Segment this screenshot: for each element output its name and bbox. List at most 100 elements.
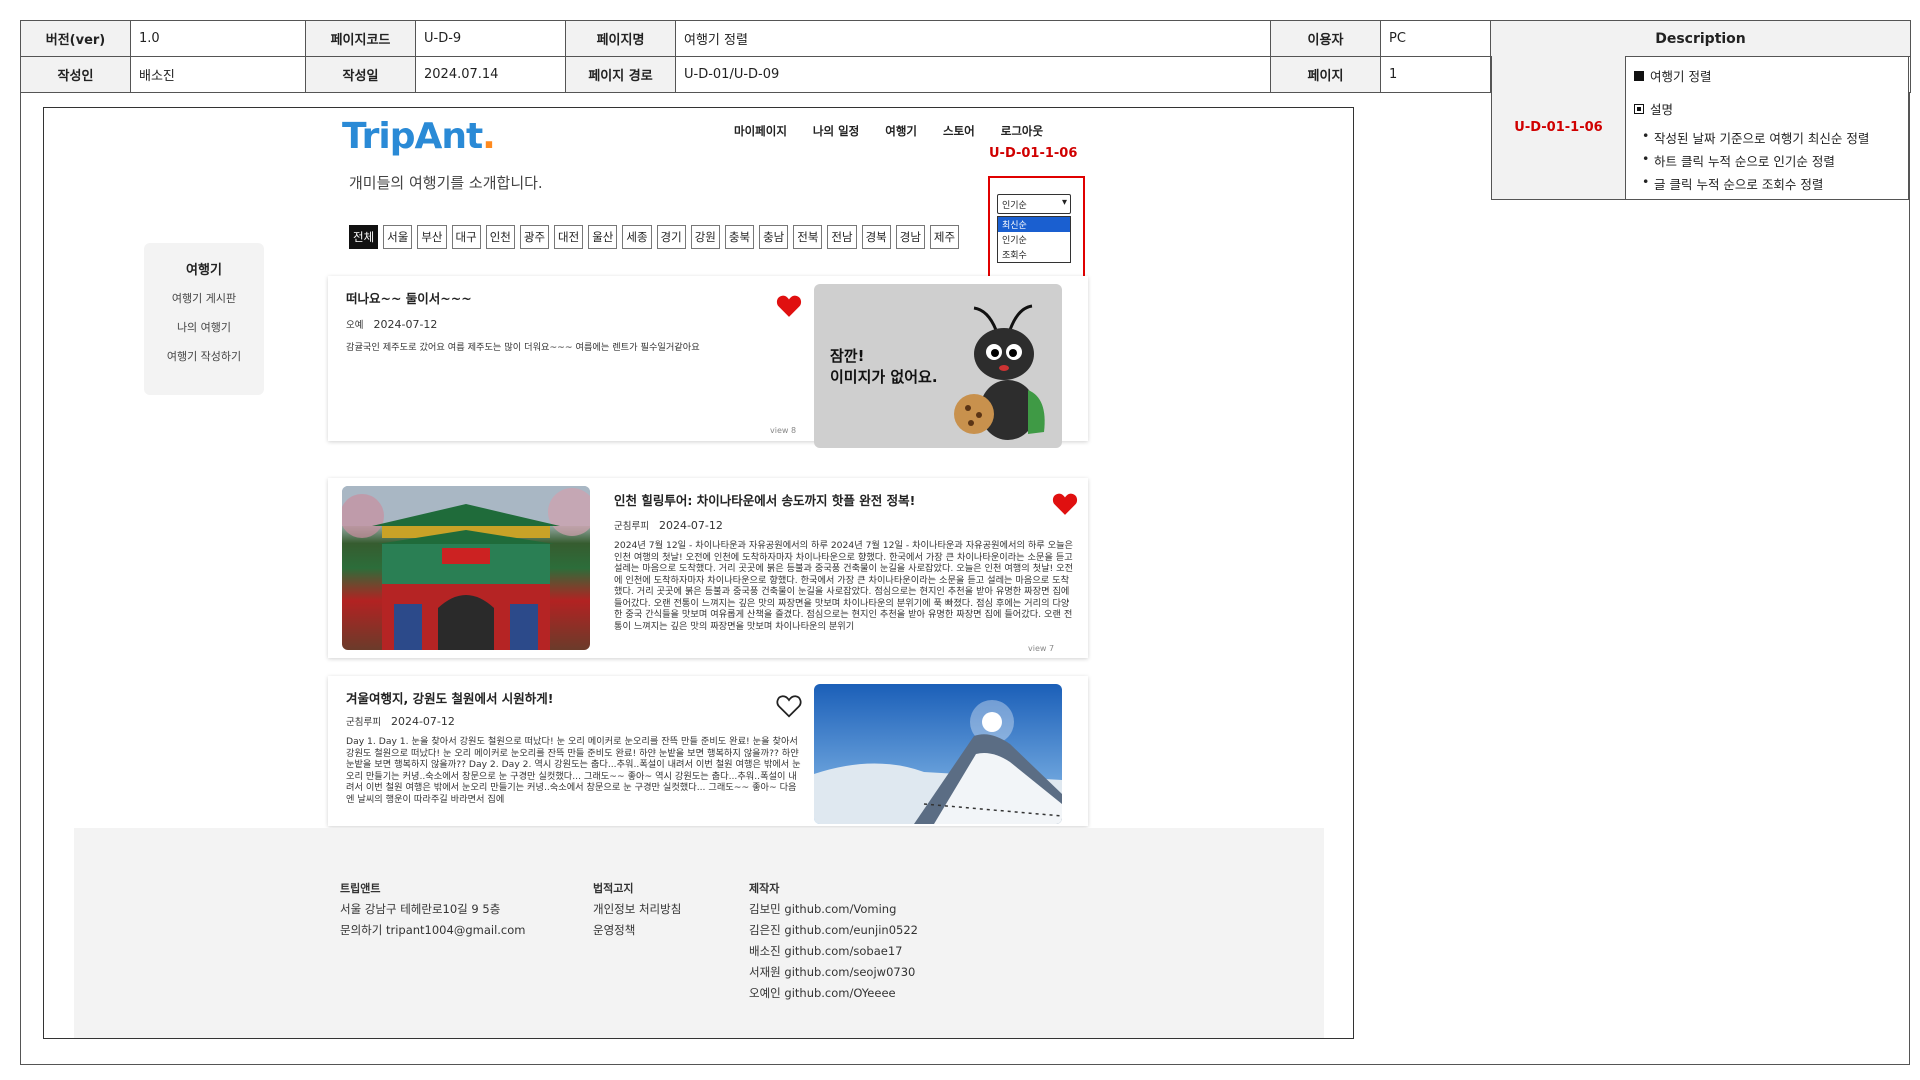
user-label: 이용자 [1270,20,1381,57]
annotation-code: U-D-01-1-06 [989,146,1078,161]
tripant-logo[interactable]: TripAnt. [342,116,496,157]
region-tab[interactable]: 경북 [861,225,891,249]
path-label: 페이지 경로 [565,56,676,93]
nav-travelogue[interactable]: 여행기 [885,123,917,139]
region-tab[interactable]: 울산 [588,225,618,249]
boxed-square-icon [1634,103,1644,114]
heart-outline-icon[interactable] [776,694,802,718]
footer-makers-title: 제작자 [749,882,780,895]
pagecode-label: 페이지코드 [305,20,416,57]
sidebar-item-my-travelogue[interactable]: 나의 여행기 [144,319,264,335]
post-card[interactable]: 인천 힐링투어: 차이나타운에서 송도까지 핫플 완전 정복! 군침루피 2024… [328,478,1088,658]
post-author: 군침루피 [614,521,649,532]
post-thumbnail [342,486,590,650]
page-tagline: 개미들의 여행기를 소개합니다. [349,174,543,192]
post-card[interactable]: 떠나요~~ 둘이서~~~ 오예 2024-07-12 감귤국인 제주도로 갔어요 … [328,276,1088,448]
post-view-count: view 7 [1028,644,1055,653]
pagename-label: 페이지명 [565,20,676,57]
post-meta: 군침루피 2024-07-12 [346,714,455,728]
sort-options-list: 최신순 인기순 조회수 [997,216,1071,263]
description-heading: 여행기 정렬 [1650,69,1712,84]
page-value: 1 [1380,56,1491,93]
no-image-placeholder: 잠깐! 이미지가 없어요. [814,284,1062,448]
pagecode-value: U-D-9 [415,20,566,57]
version-label: 버전(ver) [20,20,131,57]
region-tab[interactable]: 세종 [622,225,652,249]
region-tab[interactable]: 전남 [827,225,857,249]
footer-contact[interactable]: 문의하기 tripant1004@gmail.com [340,920,525,941]
footer-privacy-link[interactable]: 개인정보 처리방침 [593,899,681,920]
description-bullets: 작성된 날짜 기준으로 여행기 최신순 정렬 하트 클릭 누적 순으로 인기순 … [1634,128,1900,193]
version-value: 1.0 [130,20,306,57]
nav-logout[interactable]: 로그아웃 [1001,123,1043,139]
region-tab[interactable]: 인천 [485,225,515,249]
footer-address: 서울 강남구 테헤란로10길 9 5층 [340,902,501,916]
footer-maker-link[interactable]: 김은진 github.com/eunjin0522 [749,920,918,941]
path-value: U-D-01/U-D-09 [675,56,1271,93]
description-code: U-D-01-1-06 [1492,56,1626,199]
region-filter: 전체 서울 부산 대구 인천 광주 대전 울산 세종 경기 강원 충북 충남 전… [349,225,960,249]
sidebar-item-board[interactable]: 여행기 게시판 [144,290,264,306]
description-bullet: 하트 클릭 누적 순으로 인기순 정렬 [1634,151,1900,170]
footer-policy-link[interactable]: 운영정책 [593,920,681,941]
footer-legal-title: 법적고지 [593,882,634,895]
sidebar-title: 여행기 [186,263,222,278]
region-tab[interactable]: 경기 [656,225,686,249]
nav-store[interactable]: 스토어 [943,123,975,139]
region-tab[interactable]: 서울 [383,225,413,249]
footer-maker-link[interactable]: 김보민 github.com/Voming [749,899,918,920]
footer-company: 트립앤트 서울 강남구 테헤란로10길 9 5층 문의하기 tripant100… [340,878,525,941]
description-label: Description [1490,20,1911,57]
sort-option-popular[interactable]: 인기순 [998,232,1070,247]
post-title: 겨울여행지, 강원도 철원에서 시원하게! [346,691,554,706]
footer-legal: 법적고지 개인정보 처리방침 운영정책 [593,878,681,941]
footer-maker-link[interactable]: 배소진 github.com/sobae17 [749,941,918,962]
pagename-value: 여행기 정렬 [675,20,1271,57]
footer-maker-link[interactable]: 오예인 github.com/OYeeee [749,983,918,1004]
region-tab[interactable]: 대구 [451,225,481,249]
nav-mypage[interactable]: 마이페이지 [734,123,787,139]
region-tab[interactable]: 전북 [793,225,823,249]
post-excerpt: Day 1. Day 1. 눈을 찾아서 강원도 철원으로 떠났다! 눈 오리 … [346,736,801,805]
region-tab[interactable]: 강원 [690,225,720,249]
date-value: 2024.07.14 [415,56,566,93]
description-bullet: 작성된 날짜 기준으로 여행기 최신순 정렬 [1634,128,1900,147]
region-tab[interactable]: 부산 [417,225,447,249]
post-meta: 군침루피 2024-07-12 [614,518,723,532]
sidebar-item-write[interactable]: 여행기 작성하기 [144,348,264,364]
sort-option-views[interactable]: 조회수 [998,247,1070,262]
post-title: 떠나요~~ 둘이서~~~ [346,291,472,306]
date-label: 작성일 [305,56,416,93]
heart-filled-icon[interactable] [1052,492,1078,516]
heart-filled-icon[interactable] [776,294,802,318]
page-label: 페이지 [1270,56,1381,93]
footer-maker-link[interactable]: 서재원 github.com/seojw0730 [749,962,918,983]
sidebar: 여행기 여행기 게시판 나의 여행기 여행기 작성하기 [144,243,264,395]
post-date: 2024-07-12 [390,715,455,728]
footer-company-title: 트립앤트 [340,882,381,895]
region-tab[interactable]: 경남 [895,225,925,249]
screen-mockup: TripAnt. 개미들의 여행기를 소개합니다. 마이페이지 나의 일정 여행… [43,107,1354,1039]
post-title: 인천 힐링투어: 차이나타운에서 송도까지 핫플 완전 정복! [614,493,916,508]
ant-mascot-icon [954,304,1045,440]
post-author: 군침루피 [346,717,381,728]
post-excerpt: 2024년 7월 12일 - 차이나타운과 자유공원에서의 하루 2024년 7… [614,540,1074,632]
region-tab[interactable]: 대전 [554,225,584,249]
region-tab[interactable]: 광주 [519,225,550,249]
footer-makers: 제작자 김보민 github.com/Voming 김은진 github.com… [749,878,918,1004]
post-card[interactable]: 겨울여행지, 강원도 철원에서 시원하게! 군침루피 2024-07-12 Day… [328,676,1088,826]
sort-option-latest[interactable]: 최신순 [998,217,1070,232]
filled-square-icon [1634,70,1644,81]
description-sub: 설명 [1650,102,1674,117]
post-view-count: view 8 [770,426,797,435]
site-footer: 트립앤트 서울 강남구 테헤란로10길 9 5층 문의하기 tripant100… [74,828,1324,1038]
nav-my-schedule[interactable]: 나의 일정 [813,123,859,139]
region-tab[interactable]: 충북 [724,225,755,249]
sort-select[interactable]: 인기순 [997,194,1071,214]
user-value: PC [1380,20,1491,57]
region-all[interactable]: 전체 [349,225,379,249]
description-bullet: 글 클릭 누적 순으로 조회수 정렬 [1634,174,1900,193]
description-panel: U-D-01-1-06 여행기 정렬 설명 작성된 날짜 기준으로 여행기 최신… [1491,56,1909,200]
region-tab[interactable]: 제주 [929,225,960,249]
region-tab[interactable]: 충남 [759,225,789,249]
